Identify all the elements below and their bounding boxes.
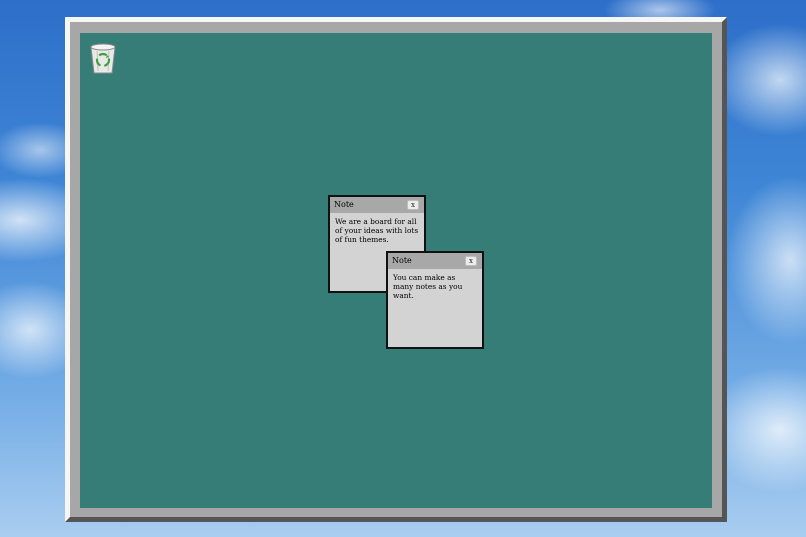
close-button[interactable]: x — [407, 200, 419, 210]
note-card[interactable]: Note x You can make as many notes as you… — [386, 251, 484, 349]
note-title: Note — [392, 256, 412, 265]
note-title: Note — [334, 200, 354, 209]
desktop-area[interactable]: Note x We are a board for all of your id… — [80, 33, 712, 508]
note-body[interactable]: We are a board for all of your ideas wit… — [330, 213, 424, 248]
note-title-bar[interactable]: Note x — [330, 197, 424, 213]
board-frame: Note x We are a board for all of your id… — [65, 17, 727, 522]
recycle-bin-icon[interactable] — [88, 41, 118, 75]
close-button[interactable]: x — [465, 256, 477, 266]
note-body[interactable]: You can make as many notes as you want. — [388, 269, 482, 304]
note-title-bar[interactable]: Note x — [388, 253, 482, 269]
